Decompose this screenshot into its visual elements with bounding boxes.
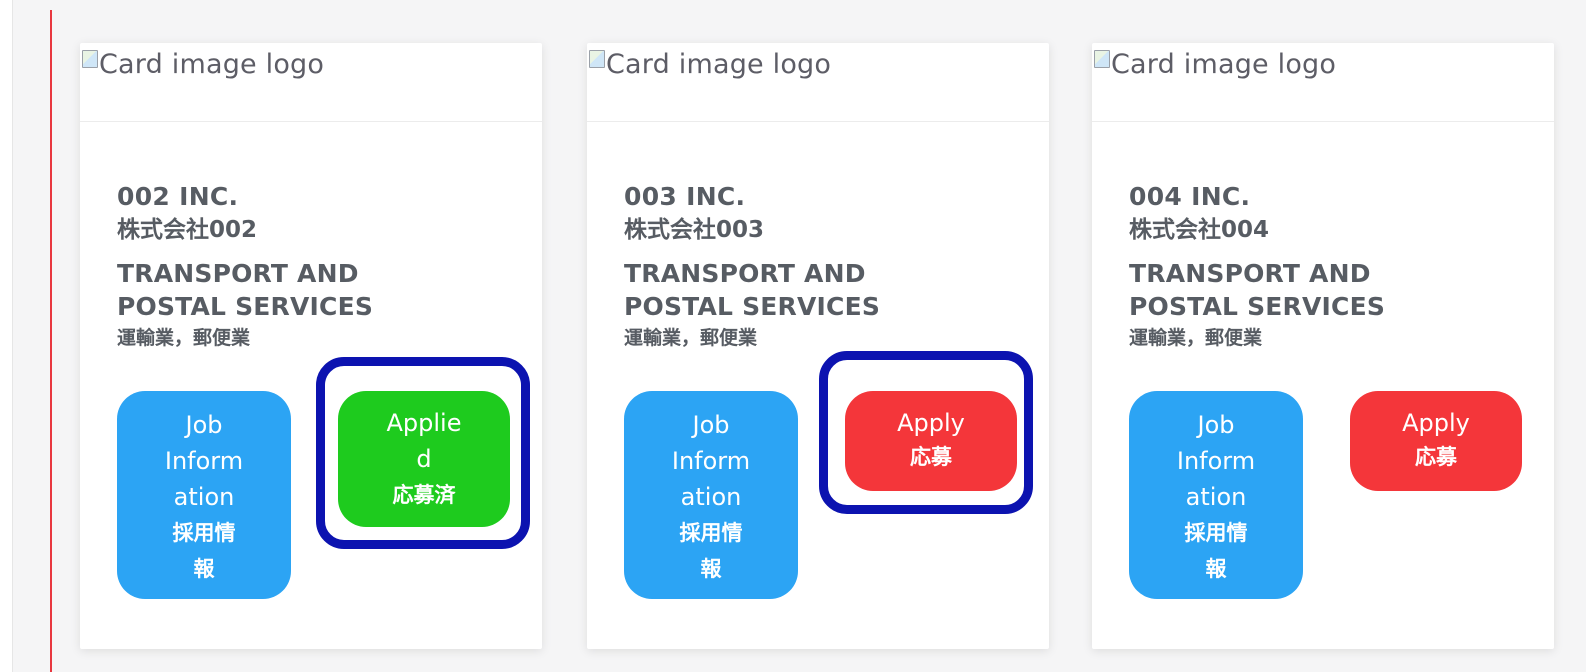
button-label-line: Inform bbox=[671, 447, 751, 475]
job-information-button[interactable]: Job Inform ation 採用情 報 bbox=[117, 391, 291, 599]
industry-line-1: TRANSPORT AND bbox=[1129, 259, 1371, 288]
company-name-jp: 株式会社002 bbox=[117, 217, 258, 243]
button-label-line: ation bbox=[173, 483, 235, 511]
industry-name-jp: 運輸業，郵便業 bbox=[117, 327, 251, 349]
button-label-line-jp: 採用情 bbox=[172, 521, 236, 545]
card-image-area: Card image logo bbox=[80, 43, 542, 122]
broken-image-icon bbox=[589, 49, 605, 68]
button-label-line: ation bbox=[1185, 483, 1247, 511]
industry-name: TRANSPORT AND POSTAL SERVICES bbox=[1129, 257, 1534, 323]
industry-line-2: POSTAL SERVICES bbox=[1129, 292, 1386, 321]
button-label-line: Job bbox=[1197, 411, 1235, 439]
broken-image-icon bbox=[1094, 49, 1110, 68]
button-label-line: Job bbox=[185, 411, 223, 439]
button-label-line: Applie bbox=[386, 409, 462, 437]
industry-name-jp: 運輸業，郵便業 bbox=[624, 327, 758, 349]
industry-line-2: POSTAL SERVICES bbox=[117, 292, 374, 321]
industry-line-1: TRANSPORT AND bbox=[624, 259, 866, 288]
apply-button[interactable]: Apply 応募 bbox=[845, 391, 1017, 491]
button-label-line: Inform bbox=[164, 447, 244, 475]
company-name-jp: 株式会社004 bbox=[1129, 217, 1270, 243]
card-body: 003 INC. 株式会社003 TRANSPORT AND POSTAL SE… bbox=[624, 181, 1029, 353]
button-label-line-jp: 応募 bbox=[1415, 445, 1457, 469]
card-image-alt-text: Card image logo bbox=[99, 49, 325, 80]
company-name: 004 INC. bbox=[1129, 182, 1251, 211]
card-body: 002 INC. 株式会社002 TRANSPORT AND POSTAL SE… bbox=[117, 181, 522, 353]
card-image-logo: Card image logo bbox=[82, 49, 324, 80]
card-body: 004 INC. 株式会社004 TRANSPORT AND POSTAL SE… bbox=[1129, 181, 1534, 353]
card-image-logo: Card image logo bbox=[1094, 49, 1336, 80]
company-name: 003 INC. bbox=[624, 182, 746, 211]
broken-image-icon bbox=[82, 49, 98, 68]
company-card: Card image logo 002 INC. 株式会社002 TRANSPO… bbox=[80, 43, 542, 649]
button-label-line-jp: 採用情 bbox=[1184, 521, 1248, 545]
industry-name: TRANSPORT AND POSTAL SERVICES bbox=[117, 257, 522, 323]
industry-name: TRANSPORT AND POSTAL SERVICES bbox=[624, 257, 1029, 323]
left-gutter bbox=[0, 0, 13, 672]
company-card: Card image logo 003 INC. 株式会社003 TRANSPO… bbox=[587, 43, 1049, 649]
button-label-line-jp: 報 bbox=[1205, 557, 1227, 581]
card-image-alt-text: Card image logo bbox=[606, 49, 832, 80]
card-image-logo: Card image logo bbox=[589, 49, 831, 80]
apply-button[interactable]: Apply 応募 bbox=[1350, 391, 1522, 491]
button-label-line-jp: 応募 bbox=[910, 445, 952, 469]
job-information-button[interactable]: Job Inform ation 採用情 報 bbox=[1129, 391, 1303, 599]
button-label-line-jp: 報 bbox=[193, 557, 215, 581]
industry-line-1: TRANSPORT AND bbox=[117, 259, 359, 288]
industry-line-2: POSTAL SERVICES bbox=[624, 292, 881, 321]
button-label-line: ation bbox=[680, 483, 742, 511]
card-image-alt-text: Card image logo bbox=[1111, 49, 1337, 80]
button-label-line-jp: 応募済 bbox=[392, 483, 456, 507]
card-image-area: Card image logo bbox=[587, 43, 1049, 122]
button-label-line-jp: 採用情 bbox=[679, 521, 743, 545]
button-label-line-jp: 報 bbox=[700, 557, 722, 581]
button-label-line: Apply bbox=[1402, 409, 1470, 437]
applied-button[interactable]: Applie d 応募済 bbox=[338, 391, 510, 527]
left-accent-rule bbox=[50, 10, 52, 672]
company-name-jp: 株式会社003 bbox=[624, 217, 765, 243]
card-image-area: Card image logo bbox=[1092, 43, 1554, 122]
button-label-line: Job bbox=[692, 411, 730, 439]
industry-name-jp: 運輸業，郵便業 bbox=[1129, 327, 1263, 349]
company-card: Card image logo 004 INC. 株式会社004 TRANSPO… bbox=[1092, 43, 1554, 649]
button-label-line: d bbox=[416, 445, 432, 473]
button-label-line: Apply bbox=[897, 409, 965, 437]
button-label-line: Inform bbox=[1176, 447, 1256, 475]
company-name: 002 INC. bbox=[117, 182, 239, 211]
job-information-button[interactable]: Job Inform ation 採用情 報 bbox=[624, 391, 798, 599]
